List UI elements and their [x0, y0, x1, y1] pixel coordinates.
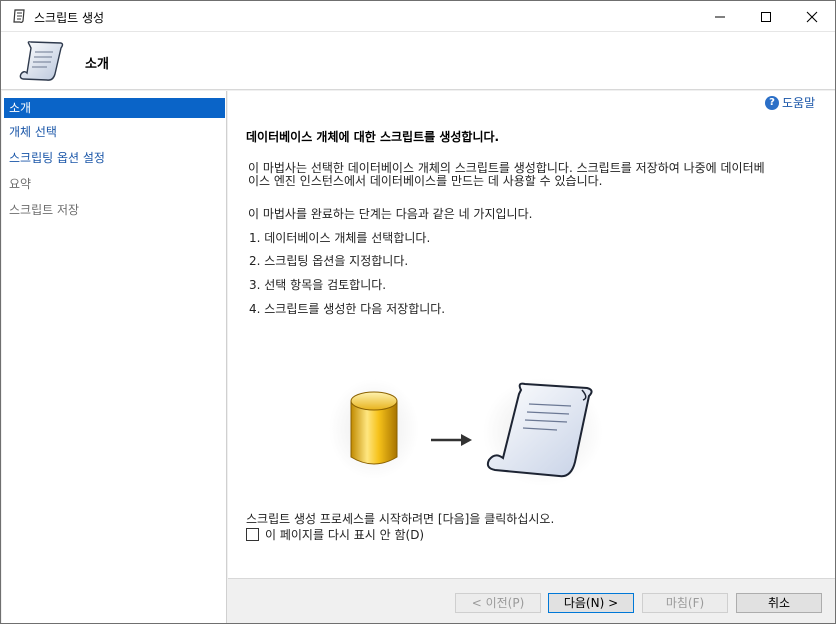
maximize-icon — [761, 11, 771, 22]
generate-scripts-window: 스크립트 생성 소개 소개 개체 선택 스크립팅 옵션 설정 요약 스크립트 저… — [0, 0, 836, 624]
description-line: 이스 엔진 인스턴스에서 데이터베이스를 만드는 데 사용할 수 있습니다. — [248, 174, 603, 188]
step-item: 2. 스크립팅 옵션을 지정합니다. — [249, 254, 409, 268]
script-scroll-icon — [19, 41, 64, 81]
minimize-button[interactable] — [697, 1, 743, 32]
step-item: 1. 데이터베이스 개체를 선택합니다. — [249, 231, 431, 245]
maximize-button[interactable] — [743, 1, 789, 32]
page-title: 소개 — [85, 57, 109, 72]
minimize-icon — [715, 16, 725, 17]
cancel-button[interactable]: 취소 — [736, 593, 822, 613]
steps-intro: 이 마법사를 완료하는 단계는 다음과 같은 네 가지입니다. — [248, 207, 533, 221]
previous-button[interactable]: < 이전(P) — [455, 593, 541, 613]
arrow-right-icon — [431, 434, 472, 446]
close-button[interactable] — [789, 1, 835, 32]
content-panel: ? 도움말 데이터베이스 개체에 대한 스크립트를 생성합니다. 이 마법사는 … — [228, 91, 835, 579]
description-text: 이 마법사는 선택한 데이터베이스 개체의 스크립트를 생성합니다. 스크립트를… — [248, 162, 813, 188]
checkbox-label: 이 페이지를 다시 표시 안 함(D) — [265, 528, 425, 542]
sidebar-item-save-scripts: 스크립트 저장 — [9, 203, 80, 217]
start-instruction: 스크립트 생성 프로세스를 시작하려면 [다음]을 클릭하십시오. — [246, 512, 555, 526]
page-header: 소개 — [1, 32, 835, 90]
sidebar-item-scripting-options[interactable]: 스크립팅 옵션 설정 — [4, 148, 225, 168]
wizard-sidebar: 소개 개체 선택 스크립팅 옵션 설정 요약 스크립트 저장 — [2, 91, 227, 623]
help-icon: ? — [765, 95, 779, 110]
wizard-footer: < 이전(P) 다음(N) > 마침(F) 취소 — [228, 580, 835, 623]
finish-button[interactable]: 마침(F) — [642, 593, 728, 613]
database-icon — [329, 379, 419, 479]
title-bar: 스크립트 생성 — [1, 1, 835, 32]
dont-show-again-checkbox[interactable] — [246, 528, 259, 541]
dont-show-again-option[interactable]: 이 페이지를 다시 표시 안 함(D) — [246, 526, 424, 543]
help-link[interactable]: ? 도움말 — [765, 94, 815, 111]
content-heading: 데이터베이스 개체에 대한 스크립트를 생성합니다. — [246, 130, 500, 144]
script-scroll-illustration — [483, 378, 603, 486]
sidebar-item-summary: 요약 — [9, 177, 32, 191]
next-button[interactable]: 다음(N) > — [548, 593, 634, 613]
sidebar-item-intro[interactable]: 소개 — [4, 98, 225, 118]
close-icon — [806, 11, 818, 22]
step-item: 3. 선택 항목을 검토합니다. — [249, 278, 387, 292]
window-title: 스크립트 생성 — [34, 11, 105, 25]
sidebar-item-select-objects[interactable]: 개체 선택 — [4, 122, 225, 142]
help-label: 도움말 — [782, 96, 816, 110]
step-item: 4. 스크립트를 생성한 다음 저장합니다. — [249, 302, 446, 316]
script-icon — [13, 9, 25, 23]
